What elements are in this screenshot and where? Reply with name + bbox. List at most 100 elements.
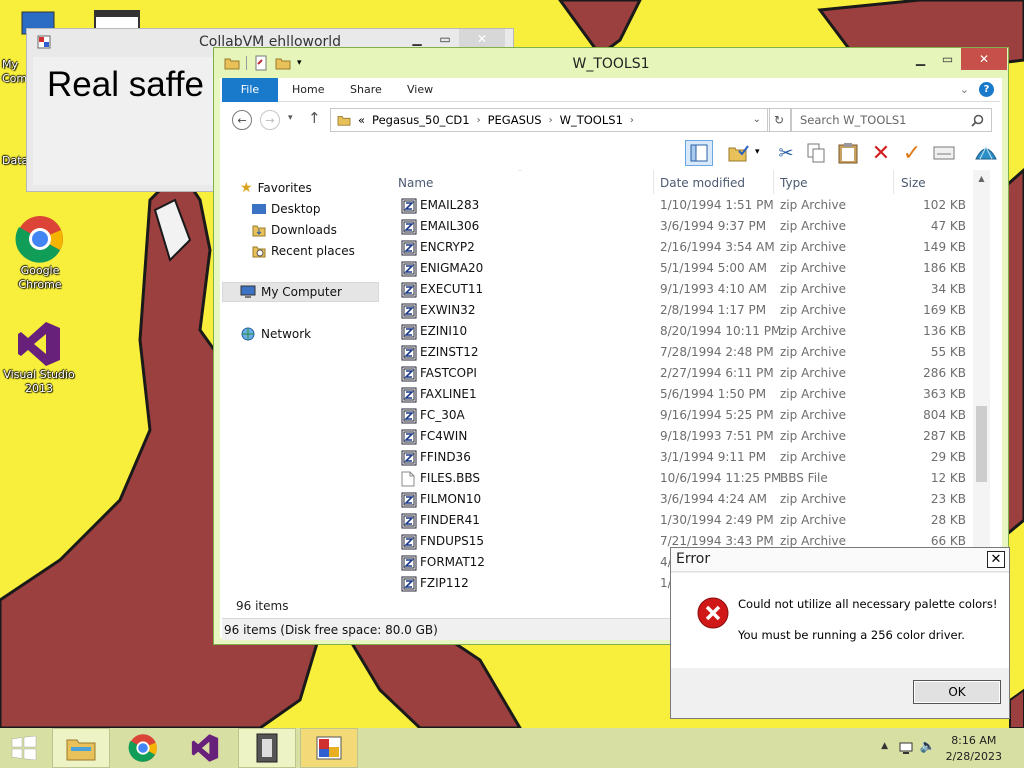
file-row[interactable]: FASTCOPI 2/27/1994 6:11 PM zip Archive 286 …: [388, 363, 990, 384]
file-row[interactable]: EMAIL283 1/10/1994 1:51 PM zip Archive 102 …: [388, 195, 990, 216]
nav-desktop[interactable]: Desktop: [252, 199, 321, 219]
nav-favorites[interactable]: ★ Favorites: [240, 178, 312, 198]
scrollbar-thumb[interactable]: [976, 406, 987, 482]
breadcrumb-overflow[interactable]: «: [358, 113, 365, 127]
address-bar[interactable]: « Pegasus_50_CD1 › PEGASUS › W_TOOLS1 › …: [330, 108, 770, 132]
file-row[interactable]: EZINST12 7/28/1994 2:48 PM zip Archive 55 K…: [388, 342, 990, 363]
breadcrumb-w-tools1[interactable]: W_TOOLS1: [560, 113, 623, 127]
nav-recent-places[interactable]: Recent places: [252, 241, 355, 261]
zip-archive-icon: [401, 219, 417, 238]
close-button[interactable]: ✕: [459, 29, 505, 49]
file-row[interactable]: FAXLINE1 5/6/1994 1:50 PM zip Archive 363 K…: [388, 384, 990, 405]
file-row[interactable]: ENIGMA20 5/1/1994 5:00 AM zip Archive 186 K…: [388, 258, 990, 279]
file-row[interactable]: ENCRYP2 2/16/1994 3:54 AM zip Archive 149 K…: [388, 237, 990, 258]
desktop-icon-google-chrome[interactable]: Google Chrome: [2, 214, 78, 292]
file-row[interactable]: FFIND36 3/1/1994 9:11 PM zip Archive 29 KB: [388, 447, 990, 468]
column-header-date[interactable]: Date modified: [660, 176, 745, 190]
dialog-close-button[interactable]: ✕: [987, 551, 1005, 568]
close-button[interactable]: ✕: [961, 48, 1007, 70]
layout-button[interactable]: [685, 140, 713, 166]
shell-button[interactable]: [972, 140, 1000, 166]
chrome-icon: [128, 734, 157, 762]
network-status-icon[interactable]: [898, 740, 914, 756]
start-button[interactable]: [0, 728, 48, 768]
column-headers: ˄ Name Date modified Type Size: [388, 170, 990, 194]
zip-archive-icon: [401, 513, 417, 532]
desktop-icon-visual-studio[interactable]: Visual Studio 2013: [1, 320, 77, 396]
file-row[interactable]: FILES.BBS 10/6/1994 11:25 PM BBS File 12 KB: [388, 468, 990, 489]
taskbar-chrome[interactable]: [114, 728, 172, 768]
dialog-titlebar[interactable]: Error ✕: [671, 548, 1009, 572]
nav-downloads[interactable]: Downloads: [252, 220, 337, 240]
recent-locations-icon[interactable]: ▾: [288, 113, 293, 123]
breadcrumb-pegasus[interactable]: PEGASUS: [488, 113, 542, 127]
up-button[interactable]: ↑: [308, 109, 321, 127]
copy-button[interactable]: [802, 140, 830, 166]
file-row[interactable]: FILMON10 3/6/1994 4:24 AM zip Archive 23 KB: [388, 489, 990, 510]
file-name: FINDER41: [420, 513, 480, 527]
file-row[interactable]: EXWIN32 2/8/1994 1:17 PM zip Archive 169 KB: [388, 300, 990, 321]
column-header-name[interactable]: Name: [398, 176, 433, 190]
taskbar-visual-studio[interactable]: [176, 728, 234, 768]
taskbar-app-window[interactable]: [238, 728, 296, 768]
breadcrumb-pegasus-cd[interactable]: Pegasus_50_CD1: [372, 113, 470, 127]
file-row[interactable]: FINDER41 1/30/1994 2:49 PM zip Archive 28 K…: [388, 510, 990, 531]
chevron-down-icon[interactable]: ▾: [755, 147, 760, 157]
explorer-titlebar[interactable]: ▾ W_TOOLS1 ▁ ▭ ✕: [214, 48, 1008, 78]
paste-button[interactable]: [834, 140, 862, 166]
column-header-type[interactable]: Type: [780, 176, 808, 190]
file-row[interactable]: EXECUT11 9/1/1993 4:10 AM zip Archive 34 KB: [388, 279, 990, 300]
file-row[interactable]: EMAIL306 3/6/1994 9:37 PM zip Archive 47 KB: [388, 216, 990, 237]
vertical-scrollbar[interactable]: ▲: [973, 170, 990, 600]
file-row[interactable]: EZINI10 8/20/1994 10:11 PM zip Archive 136 …: [388, 321, 990, 342]
maximize-button[interactable]: ▭: [431, 29, 459, 49]
volume-icon[interactable]: 🔈: [920, 739, 936, 754]
chevron-right-icon[interactable]: ›: [630, 115, 634, 126]
file-size: 12 KB: [930, 471, 966, 485]
folder-check-icon: [728, 145, 749, 162]
minimize-icon: ▁: [915, 52, 926, 66]
tab-view[interactable]: View: [394, 78, 446, 102]
file-row[interactable]: FC4WIN 9/18/1993 7:51 PM zip Archive 287 KB: [388, 426, 990, 447]
forward-button[interactable]: →: [260, 110, 280, 130]
minimize-button[interactable]: ▁: [907, 48, 934, 70]
file-type: zip Archive: [780, 198, 846, 212]
file-date: 2/27/1994 6:11 PM: [660, 366, 774, 380]
desktop-icon-generic[interactable]: [94, 10, 140, 30]
status-text: 96 items (Disk free space: 80.0 GB): [224, 623, 438, 637]
scroll-up-arrow-icon[interactable]: ▲: [973, 170, 990, 187]
minimize-button[interactable]: ▁: [403, 29, 431, 49]
cut-button[interactable]: ✂: [772, 140, 800, 166]
taskbar-file-explorer[interactable]: [52, 728, 110, 768]
properties-button[interactable]: [930, 140, 958, 166]
ok-button[interactable]: OK: [913, 680, 1001, 704]
tab-file[interactable]: File: [222, 78, 278, 102]
rename-button[interactable]: ✓: [898, 140, 926, 166]
taskbar-clock[interactable]: 8:16 AM 2/28/2023: [946, 733, 1002, 765]
expand-ribbon-icon[interactable]: ⌄: [960, 83, 969, 96]
show-hidden-icons-icon[interactable]: ▲: [881, 741, 888, 751]
search-input[interactable]: Search W_TOOLS1: [791, 108, 992, 132]
sort-indicator-icon: ˄: [518, 170, 522, 177]
back-button[interactable]: ←: [232, 110, 252, 130]
file-date: 9/16/1994 5:25 PM: [660, 408, 774, 422]
error-dialog[interactable]: Error ✕ Could not utilize all necessary …: [670, 547, 1010, 719]
tab-home[interactable]: Home: [279, 78, 337, 102]
nav-my-computer[interactable]: My Computer: [222, 282, 379, 302]
chevron-right-icon[interactable]: ›: [477, 115, 481, 126]
taskbar-collabvm[interactable]: [300, 728, 358, 768]
nav-network[interactable]: Network: [240, 324, 311, 344]
zip-archive-icon: [401, 555, 417, 574]
column-header-size[interactable]: Size: [901, 176, 926, 190]
nav-label: Recent places: [271, 244, 355, 258]
folder-options-button[interactable]: [725, 140, 753, 166]
delete-button[interactable]: ✕: [867, 140, 895, 166]
tab-share[interactable]: Share: [337, 78, 395, 102]
maximize-button[interactable]: ▭: [934, 48, 961, 70]
chevron-down-icon[interactable]: ⌄: [753, 114, 761, 125]
file-type: zip Archive: [780, 282, 846, 296]
chevron-right-icon[interactable]: ›: [549, 115, 553, 126]
help-icon[interactable]: ?: [979, 82, 994, 97]
file-row[interactable]: FC_30A 9/16/1994 5:25 PM zip Archive 804 KB: [388, 405, 990, 426]
refresh-button[interactable]: ↻: [767, 108, 791, 132]
